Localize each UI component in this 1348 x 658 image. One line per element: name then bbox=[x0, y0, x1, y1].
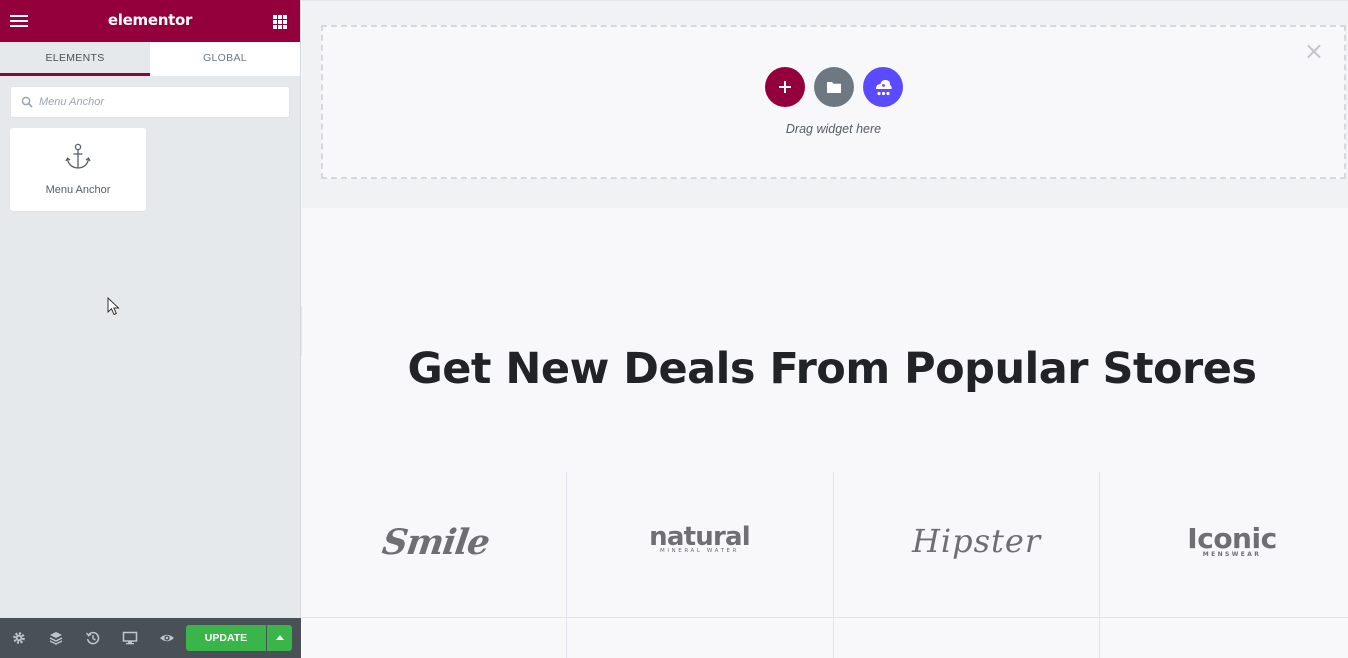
brand-logo-smile: Smile bbox=[379, 522, 492, 563]
grid-divider bbox=[1099, 472, 1100, 658]
panel-header: elementor bbox=[0, 0, 300, 42]
brand-logo-grid: Smile natural MINERAL WATER Hipster Icon… bbox=[302, 472, 1348, 658]
update-button[interactable]: UPDATE bbox=[186, 625, 266, 651]
ai-assistant-button[interactable] bbox=[863, 67, 903, 107]
search-input[interactable] bbox=[39, 87, 279, 117]
brand-logo-hipster: Hipster bbox=[912, 522, 1042, 560]
panel-footer: UPDATE bbox=[0, 618, 301, 658]
eye-icon[interactable] bbox=[159, 630, 175, 646]
widget-label: Menu Anchor bbox=[45, 184, 111, 196]
preview-canvas: × Drag widget here Get New Deals From Po… bbox=[302, 0, 1348, 658]
elementor-logo: elementor bbox=[107, 11, 193, 29]
search-icon bbox=[21, 96, 33, 108]
widgets-grid-icon[interactable] bbox=[273, 15, 287, 29]
tab-global[interactable]: GLOBAL bbox=[150, 42, 300, 76]
search-box bbox=[10, 86, 290, 118]
save-options-caret-icon[interactable] bbox=[267, 625, 292, 651]
panel-tabs: ELEMENTS GLOBAL bbox=[0, 42, 300, 76]
add-template-button[interactable] bbox=[814, 67, 854, 107]
section-heading: Get New Deals From Popular Stores bbox=[407, 344, 1257, 394]
drop-zone[interactable]: × Drag widget here bbox=[321, 25, 1346, 179]
mouse-cursor-icon bbox=[107, 297, 120, 316]
grid-divider bbox=[566, 472, 567, 658]
drag-widget-hint: Drag widget here bbox=[785, 122, 882, 136]
close-icon[interactable]: × bbox=[1304, 39, 1324, 63]
folder-icon bbox=[827, 82, 841, 93]
anchor-icon bbox=[65, 143, 91, 169]
gear-icon[interactable] bbox=[11, 630, 27, 646]
brand-logo-iconic: Iconic MENSWEAR bbox=[1177, 522, 1287, 572]
layers-icon[interactable] bbox=[48, 630, 64, 646]
grid-divider bbox=[833, 472, 834, 658]
grid-divider bbox=[302, 617, 1348, 618]
editor-panel: elementor ELEMENTS GLOBAL Menu Anchor Me… bbox=[0, 0, 301, 658]
tab-elements[interactable]: ELEMENTS bbox=[0, 42, 150, 76]
history-icon[interactable] bbox=[85, 630, 101, 646]
widget-menu-anchor[interactable]: Menu Anchor bbox=[10, 128, 146, 211]
ai-icon bbox=[876, 79, 892, 96]
add-section-area: × Drag widget here bbox=[302, 0, 1348, 208]
brand-logo-natural: natural MINERAL WATER bbox=[642, 522, 757, 572]
desktop-icon[interactable] bbox=[122, 630, 138, 646]
add-section-button[interactable] bbox=[765, 67, 805, 107]
